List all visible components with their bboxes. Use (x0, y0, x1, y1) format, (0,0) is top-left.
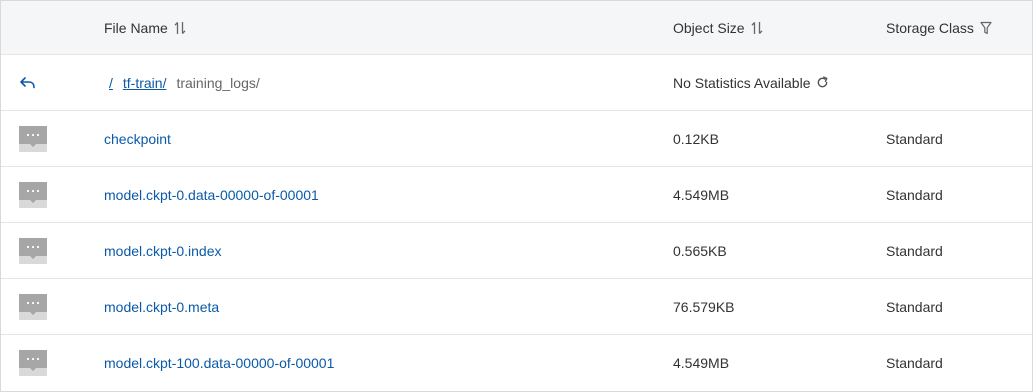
file-storage-class: Standard (886, 186, 943, 203)
file-name-header-label: File Name (104, 19, 168, 36)
table-row: model.ckpt-0.data-00000-of-00001 4.549MB… (1, 167, 1032, 223)
breadcrumb-root-link[interactable]: / (109, 75, 113, 91)
statistics-text: No Statistics Available (673, 74, 811, 91)
breadcrumb-folder-link[interactable]: tf-train/ (123, 75, 167, 91)
file-storage-class: Standard (886, 298, 943, 315)
file-storage-class: Standard (886, 242, 943, 259)
table-row: checkpoint 0.12KB Standard (1, 111, 1032, 167)
file-size: 4.549MB (673, 186, 730, 203)
file-name-link[interactable]: model.ckpt-0.meta (104, 299, 219, 315)
file-icon-cell (19, 335, 49, 390)
file-size: 76.579KB (673, 298, 735, 315)
column-header-file-name[interactable]: File Name (104, 1, 186, 54)
file-icon (19, 181, 47, 208)
column-header-storage-class[interactable]: Storage Class (886, 1, 992, 54)
file-name-link[interactable]: model.ckpt-100.data-00000-of-00001 (104, 355, 334, 371)
refresh-icon[interactable] (816, 76, 829, 89)
file-icon (19, 237, 47, 264)
table-row: model.ckpt-0.index 0.565KB Standard (1, 223, 1032, 279)
file-icon-cell (19, 279, 49, 334)
file-size: 0.565KB (673, 242, 727, 259)
breadcrumb-row: / tf-train/ training_logs/ No Statistics… (1, 55, 1032, 111)
object-size-header-label: Object Size (673, 19, 745, 36)
back-arrow-icon[interactable] (19, 76, 37, 90)
storage-class-header-label: Storage Class (886, 19, 974, 36)
file-icon-cell (19, 223, 49, 278)
column-header-object-size[interactable]: Object Size (673, 1, 763, 54)
breadcrumb: / tf-train/ training_logs/ (104, 55, 260, 110)
file-icon-cell (19, 167, 49, 222)
sort-icon[interactable] (751, 21, 763, 35)
back-button[interactable] (19, 55, 49, 110)
file-name-link[interactable]: checkpoint (104, 131, 171, 147)
file-storage-class: Standard (886, 354, 943, 371)
file-size: 4.549MB (673, 354, 730, 371)
sort-icon[interactable] (174, 21, 186, 35)
filter-icon[interactable] (980, 21, 992, 35)
file-name-link[interactable]: model.ckpt-0.index (104, 243, 222, 259)
file-icon (19, 125, 47, 152)
file-icon-cell (19, 111, 49, 166)
file-name-link[interactable]: model.ckpt-0.data-00000-of-00001 (104, 187, 319, 203)
file-size: 0.12KB (673, 130, 719, 147)
file-icon (19, 293, 47, 320)
table-row: model.ckpt-0.meta 76.579KB Standard (1, 279, 1032, 335)
table-row: model.ckpt-100.data-00000-of-00001 4.549… (1, 335, 1032, 390)
file-table: File Name Object Size Storage Class / tf… (0, 0, 1033, 392)
breadcrumb-current: training_logs/ (176, 74, 260, 91)
statistics-status: No Statistics Available (673, 55, 829, 110)
file-icon (19, 349, 47, 376)
file-storage-class: Standard (886, 130, 943, 147)
table-header: File Name Object Size Storage Class (1, 1, 1032, 55)
